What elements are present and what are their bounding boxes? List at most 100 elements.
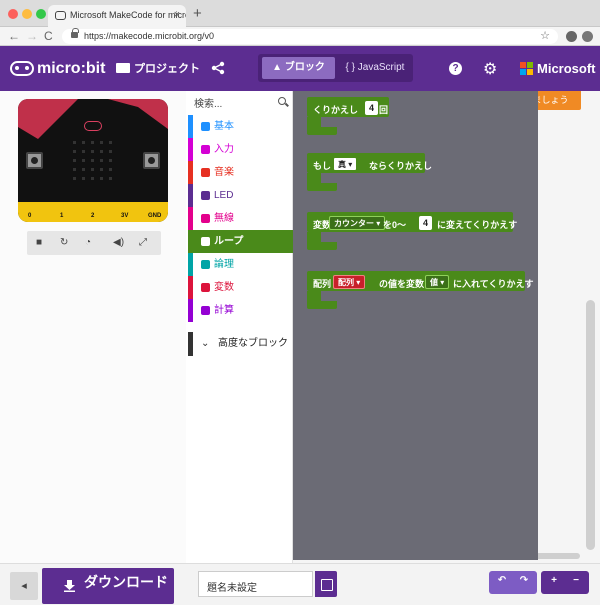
variable-dropdown[interactable]: カウンター ▾ (329, 216, 386, 230)
category-label: 無線 (214, 213, 234, 224)
category-item[interactable]: ループ (188, 230, 293, 253)
block-text: もし (313, 161, 332, 171)
category-label: 論理 (214, 259, 234, 270)
category-label: 基本 (214, 121, 234, 132)
pin-label: 1 (60, 213, 64, 219)
account-icon[interactable] (566, 31, 577, 42)
chevron-down-icon: ⌄ (201, 338, 210, 349)
browser-tab[interactable]: Microsoft MakeCode for micro: × (48, 5, 186, 27)
new-tab-button[interactable]: + (193, 5, 202, 22)
while-block[interactable]: もし 真 ▾ ならくりかえし (307, 153, 432, 173)
app-logo-text[interactable]: micro:bit (37, 60, 105, 78)
category-item[interactable]: 音楽 (188, 161, 293, 184)
browser-toolbar: ← → C https://makecode.microbit.org/v0 ☆ (0, 27, 600, 46)
edge-connector: 0 1 2 3V GND (18, 202, 168, 222)
project-name-input[interactable]: 題名未設定 (198, 571, 313, 597)
address-bar[interactable]: https://makecode.microbit.org/v0 ☆ (62, 28, 558, 44)
advanced-label: 高度なブロック (218, 338, 288, 349)
category-icon (201, 283, 210, 292)
bookmark-star-icon[interactable]: ☆ (540, 29, 550, 42)
projects-button[interactable]: プロジェクト (116, 60, 200, 76)
zoom-in-button[interactable]: + (544, 575, 564, 586)
condition-dropdown[interactable]: 真 ▾ (333, 157, 358, 171)
redo-button[interactable]: ↷ (514, 575, 534, 586)
array-dropdown[interactable]: 配列 ▾ (333, 275, 366, 289)
led-pixel (109, 150, 112, 153)
logo-touch-icon[interactable] (84, 121, 102, 131)
led-pixel (100, 141, 103, 144)
back-button[interactable]: ← (8, 29, 20, 43)
undo-button[interactable]: ↶ (492, 575, 512, 586)
download-button[interactable]: ダウンロード (42, 568, 174, 604)
stop-icon[interactable]: ■ (36, 237, 42, 248)
javascript-mode-button[interactable]: { } JavaScript (340, 57, 410, 79)
block-text: ならくりかえし (369, 161, 433, 171)
category-label: 計算 (214, 305, 234, 316)
slowmo-icon[interactable]: ◔ (85, 237, 91, 248)
app-header: micro:bit プロジェクト ▲ ブロック { } JavaScript ?… (0, 46, 600, 91)
button-a[interactable] (26, 152, 43, 169)
foreach-block[interactable]: 配列 配列 ▾ の値を変数 値 ▾ に入れてくりかえす (307, 271, 533, 291)
led-pixel (109, 177, 112, 180)
window-maximize-button[interactable] (36, 9, 46, 19)
category-icon (201, 122, 210, 131)
category-color-bar (188, 207, 193, 230)
led-pixel (109, 159, 112, 162)
reload-button[interactable]: C (44, 29, 53, 43)
repeat-block-body (307, 117, 337, 135)
extension-icon[interactable] (582, 31, 593, 42)
category-item[interactable]: 論理 (188, 253, 293, 276)
category-item[interactable]: 基本 (188, 115, 293, 138)
category-item[interactable]: LED (188, 184, 293, 207)
save-button[interactable] (315, 571, 337, 597)
search-input[interactable]: 検索... (194, 95, 290, 113)
microsoft-brand-text[interactable]: Microsoft (537, 61, 596, 76)
forward-button[interactable]: → (26, 29, 38, 43)
value-dropdown[interactable]: 値 ▾ (425, 275, 450, 289)
blocks-mode-button[interactable]: ▲ ブロック (262, 57, 335, 79)
tab-close-icon[interactable]: × (174, 9, 180, 21)
search-placeholder: 検索... (194, 99, 223, 110)
led-pixel (73, 141, 76, 144)
category-item[interactable]: 計算 (188, 299, 293, 322)
collapse-simulator-button[interactable]: ◂ (10, 572, 38, 600)
gear-icon[interactable]: ⚙ (483, 59, 497, 79)
repeat-block[interactable]: くりかえし 4 回 (307, 97, 389, 117)
category-label: LED (214, 190, 234, 201)
repeat-count-field[interactable]: 4 (365, 101, 379, 115)
for-block[interactable]: 変数 カウンター ▾ を0〜 4 に変えてくりかえす (307, 212, 517, 232)
fullscreen-icon[interactable]: ⤢ (139, 237, 147, 248)
category-label: ループ (214, 236, 244, 247)
projects-label: プロジェクト (134, 63, 200, 75)
share-icon[interactable] (211, 61, 225, 75)
category-item[interactable]: 無線 (188, 207, 293, 230)
for-count-field[interactable]: 4 (419, 216, 433, 230)
browser-tab-bar: Microsoft MakeCode for micro: × + (0, 0, 600, 27)
microsoft-logo-icon (520, 62, 533, 75)
pin-label: GND (148, 213, 162, 219)
window-minimize-button[interactable] (22, 9, 32, 19)
editor-mode-switch: ▲ ブロック { } JavaScript (258, 54, 413, 82)
zoom-out-button[interactable]: − (566, 575, 586, 586)
block-text: に変えてくりかえす (437, 220, 518, 230)
help-icon[interactable]: ? (449, 62, 462, 75)
url-text: https://makecode.microbit.org/v0 (84, 31, 215, 41)
workspace-scrollbar-vertical[interactable] (586, 300, 595, 550)
category-item[interactable]: 入力 (188, 138, 293, 161)
pin-label: 3V (121, 213, 129, 219)
microbit-board[interactable]: 0 1 2 3V GND (18, 99, 168, 222)
button-b[interactable] (143, 152, 160, 169)
search-icon[interactable] (278, 97, 286, 105)
pin-label: 0 (28, 213, 32, 219)
led-pixel (82, 141, 85, 144)
led-pixel (109, 141, 112, 144)
simulator-toolbar: ■ ↻ ◔ ◀) ⤢ (27, 231, 161, 255)
advanced-blocks-toggle[interactable]: ⌄ 高度なブロック (188, 332, 293, 356)
mute-icon[interactable]: ◀) (113, 237, 124, 248)
for-block-body (307, 232, 337, 250)
window-close-button[interactable] (8, 9, 18, 19)
category-item[interactable]: 変数 (188, 276, 293, 299)
restart-icon[interactable]: ↻ (60, 237, 68, 248)
favicon-icon (55, 11, 66, 20)
folder-icon (116, 63, 130, 73)
